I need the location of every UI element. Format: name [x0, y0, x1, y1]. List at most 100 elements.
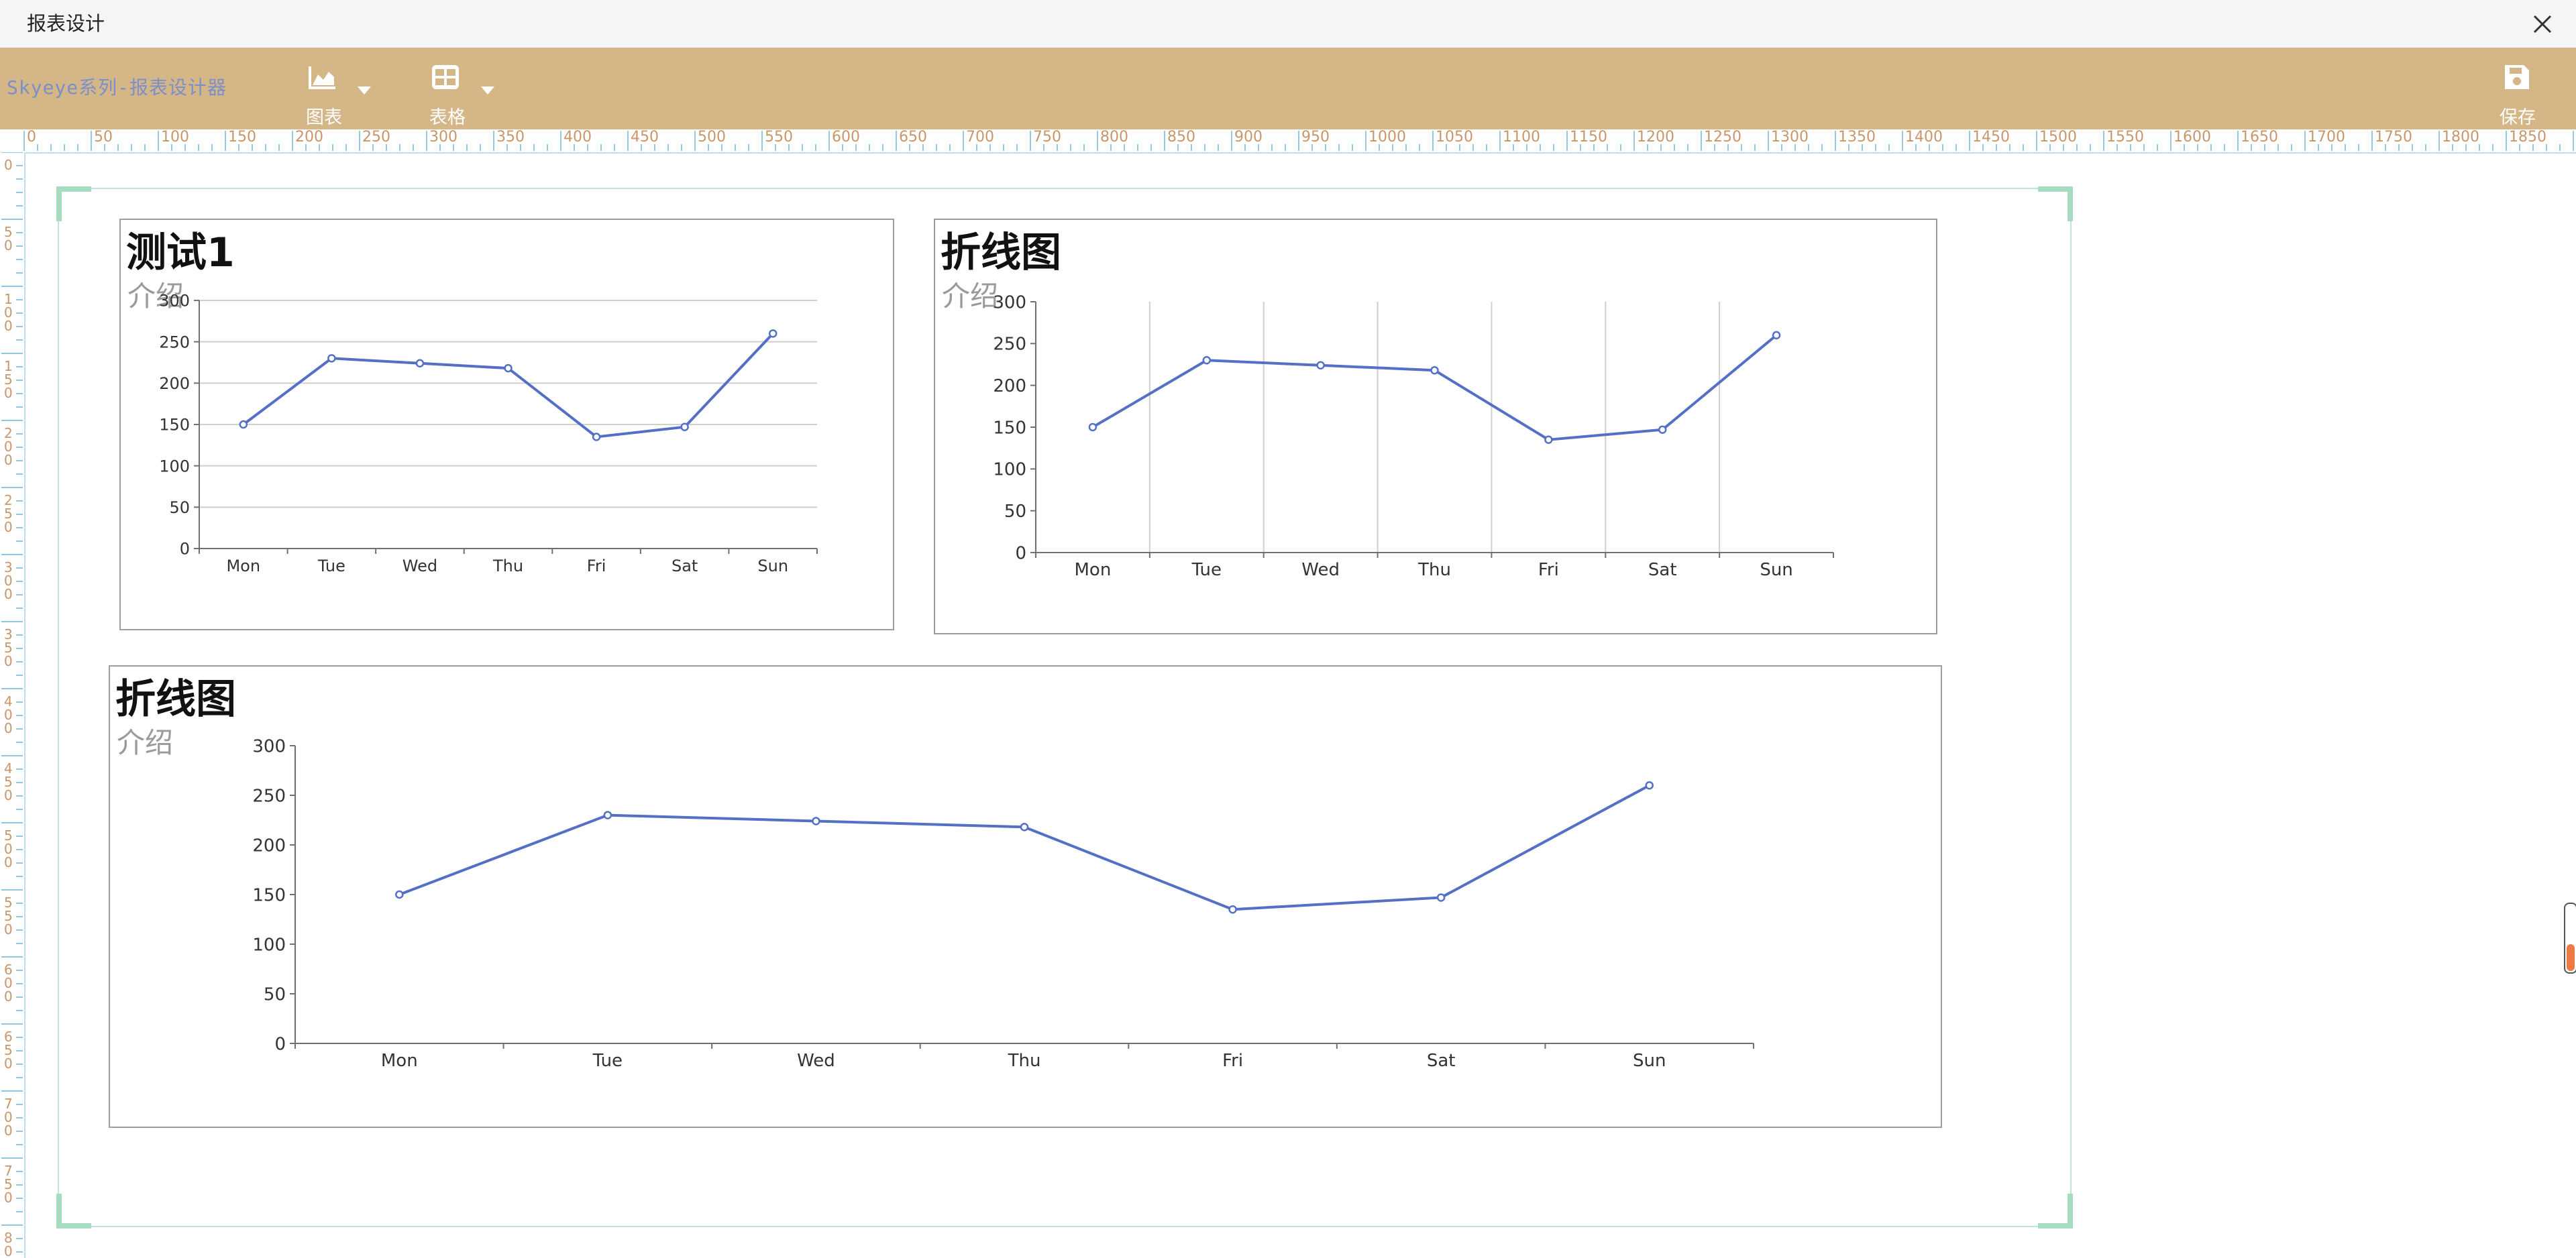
chevron-down-icon	[481, 87, 494, 95]
chart-menu-button[interactable]: 图表	[303, 57, 377, 128]
y-tick-label: 100	[159, 457, 190, 475]
scrollbar-thumb[interactable]	[2564, 903, 2576, 974]
data-point	[1544, 435, 1553, 444]
line-chart: 0 50 100 150 200 250 300 Mon Tue Wed Thu Fri Sat Sun	[993, 292, 1834, 580]
x-tick-label: Fri	[1222, 1051, 1243, 1071]
ruler-label: 1000	[1368, 129, 1406, 146]
vertical-ruler[interactable]: 0501001502002503003504004505005506006507…	[0, 152, 25, 1258]
data-point	[768, 329, 777, 338]
save-label: 保存	[2500, 107, 2536, 128]
ruler-label: 0	[4, 157, 13, 173]
data-point	[1430, 365, 1439, 375]
y-tick-label: 200	[159, 374, 190, 393]
y-tick-label: 100	[993, 460, 1026, 480]
data-point	[239, 420, 248, 429]
ruler-label: 1300	[1771, 129, 1809, 146]
ruler-label: 700	[966, 129, 994, 146]
scrollbar-fill	[2567, 944, 2575, 971]
data-point	[1228, 905, 1237, 914]
y-tick-label: 150	[159, 416, 190, 435]
brand-label: Skyeye系列-报表设计器	[7, 76, 227, 99]
ruler-label: 850	[1167, 129, 1195, 146]
y-tick-label: 150	[252, 885, 286, 905]
table-menu-button[interactable]: 表格	[429, 57, 503, 128]
y-tick-label: 200	[252, 836, 286, 856]
ruler-label: 400	[564, 129, 592, 146]
x-tick-label: Tue	[592, 1051, 623, 1071]
window-titlebar: 报表设计	[0, 0, 2576, 48]
resize-handle-top-left[interactable]	[56, 186, 91, 221]
x-tick-label: Sun	[1633, 1051, 1666, 1071]
x-tick-label: Thu	[1008, 1051, 1041, 1071]
y-tick-label: 300	[252, 736, 286, 756]
ruler-label: 1250	[1704, 129, 1741, 146]
area-chart-icon	[309, 66, 335, 89]
chart-widget-test1[interactable]: 测试1 介绍 0 50 100 150 200 250 300 Mon Tue Wed Thu Fri…	[119, 219, 894, 630]
horizontal-ruler[interactable]: 0 50 100 150 200 250 300 350 400 450 500 550 600 650 7…	[0, 129, 2576, 154]
chart-menu-label: 图表	[306, 107, 342, 128]
chart-widget-line-1[interactable]: 折线图 介绍 0 50 100 150 200 250 300 Mon Tue Wed Thu Fri…	[934, 219, 1937, 634]
y-tick-label: 0	[1015, 543, 1026, 563]
ruler-label: 1700	[2308, 129, 2345, 146]
ruler-label: 1850	[2509, 129, 2546, 146]
y-tick-label: 200	[993, 376, 1026, 396]
chevron-down-icon	[358, 87, 371, 95]
ruler-label: 0	[4, 1243, 13, 1258]
ruler-label: 350	[496, 129, 525, 146]
ruler-label: 0	[4, 237, 13, 253]
ruler-label: 450	[631, 129, 659, 146]
chart-widget-line-2[interactable]: 折线图 介绍 0 50 100 150 200 250 300 Mon Tue Wed Thu Fri…	[109, 665, 1942, 1128]
y-tick-label: 250	[252, 786, 286, 806]
ruler-label: 1650	[2241, 129, 2278, 146]
window-title: 报表设计	[27, 12, 105, 35]
resize-handle-top-right[interactable]	[2038, 186, 2073, 221]
data-point	[680, 422, 689, 431]
ruler-label: 650	[899, 129, 927, 146]
ruler-label: 0	[4, 720, 13, 736]
x-tick-label: Mon	[226, 557, 260, 575]
ruler-label: 1200	[1637, 129, 1674, 146]
y-tick-label: 150	[993, 418, 1026, 438]
ruler-label: 900	[1234, 129, 1263, 146]
ruler-label: 0	[4, 1123, 13, 1139]
ruler-label: 1350	[1838, 129, 1876, 146]
ruler-label: 750	[1033, 129, 1061, 146]
ruler-label: 300	[429, 129, 458, 146]
data-point	[812, 817, 820, 825]
ruler-label: 1400	[1905, 129, 1943, 146]
y-tick-label: 300	[159, 292, 190, 310]
ruler-label: 1800	[2442, 129, 2479, 146]
ruler-label: 200	[295, 129, 323, 146]
ruler-label: 1450	[1972, 129, 2010, 146]
data-point	[504, 363, 513, 373]
ruler-label: 800	[1100, 129, 1128, 146]
ruler-label: 0	[4, 653, 13, 669]
line-chart: 0 50 100 150 200 250 300 Mon Tue Wed Thu Fri Sat Sun	[252, 736, 1754, 1071]
ruler-label: 0	[4, 452, 13, 468]
resize-handle-bottom-left[interactable]	[56, 1194, 91, 1228]
ruler-label: 500	[698, 129, 726, 146]
close-icon[interactable]	[2524, 5, 2561, 43]
data-point	[1658, 425, 1667, 434]
x-tick-label: Sat	[1427, 1051, 1456, 1071]
toolbar: Skyeye系列-报表设计器 图表 表格 保存	[0, 48, 2576, 129]
ruler-label: 950	[1301, 129, 1330, 146]
ruler-label: 0	[4, 1190, 13, 1206]
x-tick-label: Wed	[797, 1051, 835, 1071]
ruler-label: 0	[4, 318, 13, 334]
x-tick-label: Fri	[587, 557, 606, 575]
ruler-label: 1750	[2375, 129, 2412, 146]
ruler-label: 0	[4, 519, 13, 535]
data-point	[1645, 781, 1654, 790]
save-button[interactable]: 保存	[2490, 57, 2544, 128]
y-tick-label: 0	[180, 540, 190, 559]
resize-handle-bottom-right[interactable]	[2038, 1194, 2073, 1228]
data-point	[395, 890, 404, 899]
data-point	[1772, 331, 1781, 340]
ruler-label: 250	[362, 129, 390, 146]
x-tick-label: Sun	[757, 557, 788, 575]
line-chart: 0 50 100 150 200 250 300 Mon Tue Wed Thu Fri Sat Sun	[159, 292, 818, 575]
series-line	[1091, 334, 1778, 441]
y-tick-label: 50	[169, 498, 190, 517]
data-point	[603, 811, 612, 819]
